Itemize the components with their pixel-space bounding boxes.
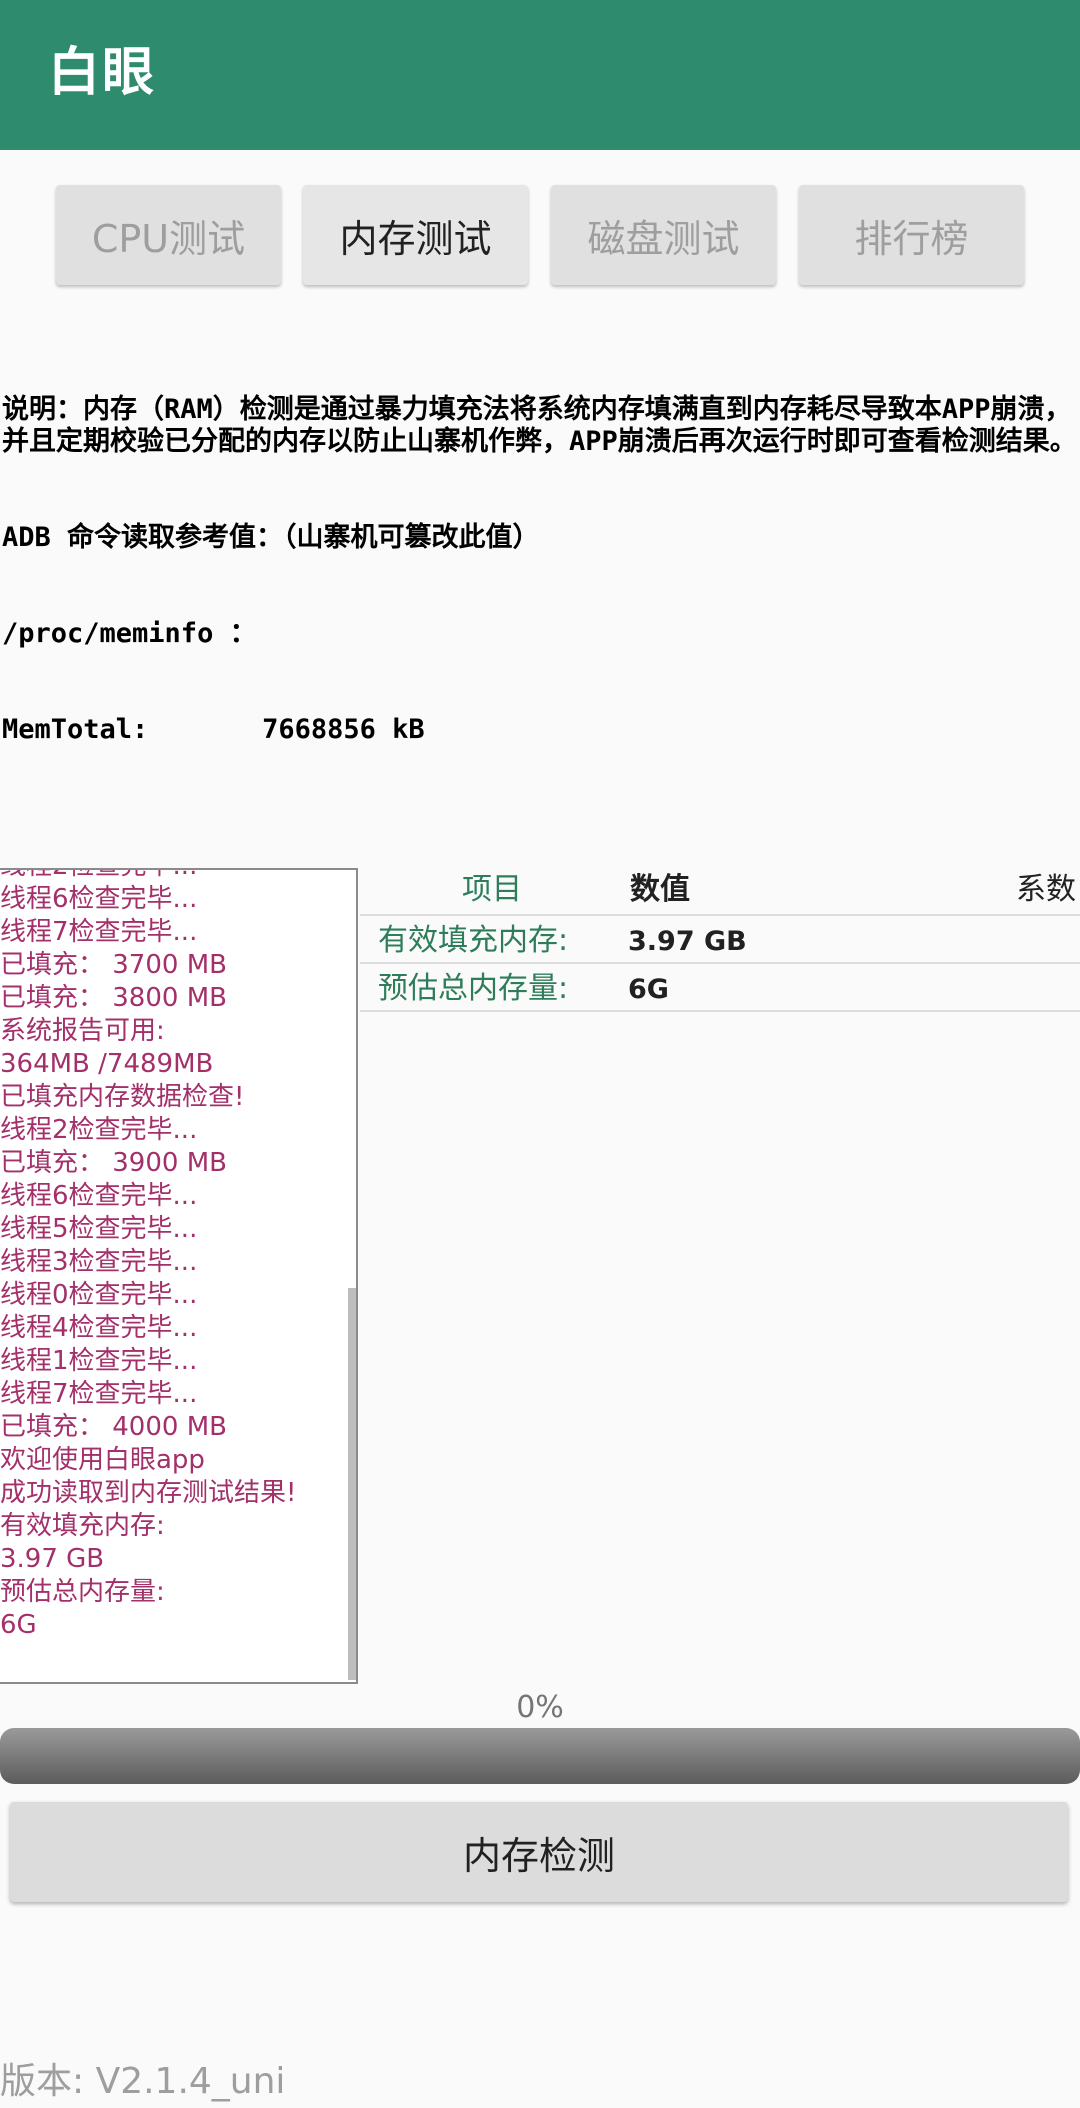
log-line: 已填充： 3900 MB bbox=[0, 1148, 227, 1178]
row-label-estimated-total: 预估总内存量: bbox=[378, 971, 569, 1006]
header-coefficient: 系数 bbox=[1016, 872, 1076, 907]
log-lines: 线程2检查完毕... 线程6检查完毕... 线程7检查完毕... 已填充： 37… bbox=[0, 870, 340, 1642]
progress-percent: 0% bbox=[516, 1690, 564, 1725]
log-line: 已填充： 4000 MB bbox=[0, 1412, 227, 1442]
log-line: 线程2检查完毕... bbox=[0, 1115, 198, 1145]
log-line: 3.97 GB bbox=[0, 1544, 105, 1574]
log-panel[interactable]: 线程2检查完毕... 线程6检查完毕... 线程7检查完毕... 已填充： 37… bbox=[0, 868, 358, 1684]
row-value-estimated-total: 6G bbox=[628, 974, 669, 1005]
description-line: ADB 命令读取参考值：（山寨机可篡改此值） bbox=[2, 522, 540, 553]
log-line: 成功读取到内存测试结果! bbox=[0, 1478, 297, 1508]
log-line: 已填充： 3700 MB bbox=[0, 950, 227, 980]
log-line: 线程4检查完毕... bbox=[0, 1313, 198, 1343]
results-table-header: 项目 数值 系数 bbox=[360, 868, 1080, 916]
log-line: 已填充： 3800 MB bbox=[0, 983, 227, 1013]
log-line: 有效填充内存: bbox=[0, 1511, 165, 1541]
description-line: 说明：内存（RAM）检测是通过暴力填充法将系统内存填满直到内存耗尽导致本APP崩… bbox=[2, 394, 1077, 457]
app-title: 白眼 bbox=[48, 43, 157, 103]
results-table: 项目 数值 系数 有效填充内存: 3.97 GB 预估总内存量: 6G bbox=[360, 868, 1080, 1012]
log-line: 已填充内存数据检查! bbox=[0, 1082, 245, 1112]
log-line: 线程3检查完毕... bbox=[0, 1247, 198, 1277]
version-label: 版本: V2.1.4_uni bbox=[0, 2061, 286, 2102]
log-line: 线程6检查完毕... bbox=[0, 1181, 198, 1211]
log-scrollbar[interactable] bbox=[348, 1288, 356, 1680]
log-line: 线程2检查完毕... bbox=[0, 870, 340, 883]
app-root: 白眼 CPU测试 内存测试 磁盘测试 排行榜 说明：内存（RAM）检测是通过暴力… bbox=[0, 0, 1080, 2108]
tab-memory-test[interactable]: 内存测试 bbox=[303, 185, 528, 285]
table-row: 有效填充内存: 3.97 GB bbox=[360, 916, 1080, 964]
log-line: 线程6检查完毕... bbox=[0, 884, 198, 914]
memory-detect-button[interactable]: 内存检测 bbox=[10, 1802, 1068, 1902]
tab-leaderboard[interactable]: 排行榜 bbox=[799, 185, 1024, 285]
log-line: 预估总内存量: bbox=[0, 1577, 165, 1607]
table-row: 预估总内存量: 6G bbox=[360, 964, 1080, 1012]
app-bar: 白眼 bbox=[0, 0, 1080, 150]
tab-cpu-test[interactable]: CPU测试 bbox=[56, 185, 281, 285]
row-label-effective-fill: 有效填充内存: bbox=[378, 923, 569, 958]
log-line: 线程1检查完毕... bbox=[0, 1346, 198, 1376]
description-text: 说明：内存（RAM）检测是通过暴力填充法将系统内存填满直到内存耗尽导致本APP崩… bbox=[2, 330, 1078, 810]
header-value: 数值 bbox=[630, 872, 690, 907]
progress-bar bbox=[0, 1728, 1080, 1784]
log-line: 线程0检查完毕... bbox=[0, 1280, 198, 1310]
tab-disk-test[interactable]: 磁盘测试 bbox=[551, 185, 776, 285]
row-value-effective-fill: 3.97 GB bbox=[628, 926, 747, 957]
log-line: 线程7检查完毕... bbox=[0, 917, 198, 947]
header-item: 项目 bbox=[462, 872, 522, 907]
log-line: 系统报告可用: bbox=[0, 1016, 165, 1046]
log-line: 线程7检查完毕... bbox=[0, 1379, 198, 1409]
log-line: 欢迎使用白眼app bbox=[0, 1445, 205, 1475]
log-line: 6G bbox=[0, 1610, 37, 1640]
description-line: /proc/meminfo ： bbox=[2, 618, 257, 649]
description-line: MemTotal: 7668856 kB bbox=[2, 714, 425, 745]
log-line: 线程5检查完毕... bbox=[0, 1214, 198, 1244]
log-line: 364MB /7489MB bbox=[0, 1049, 214, 1079]
